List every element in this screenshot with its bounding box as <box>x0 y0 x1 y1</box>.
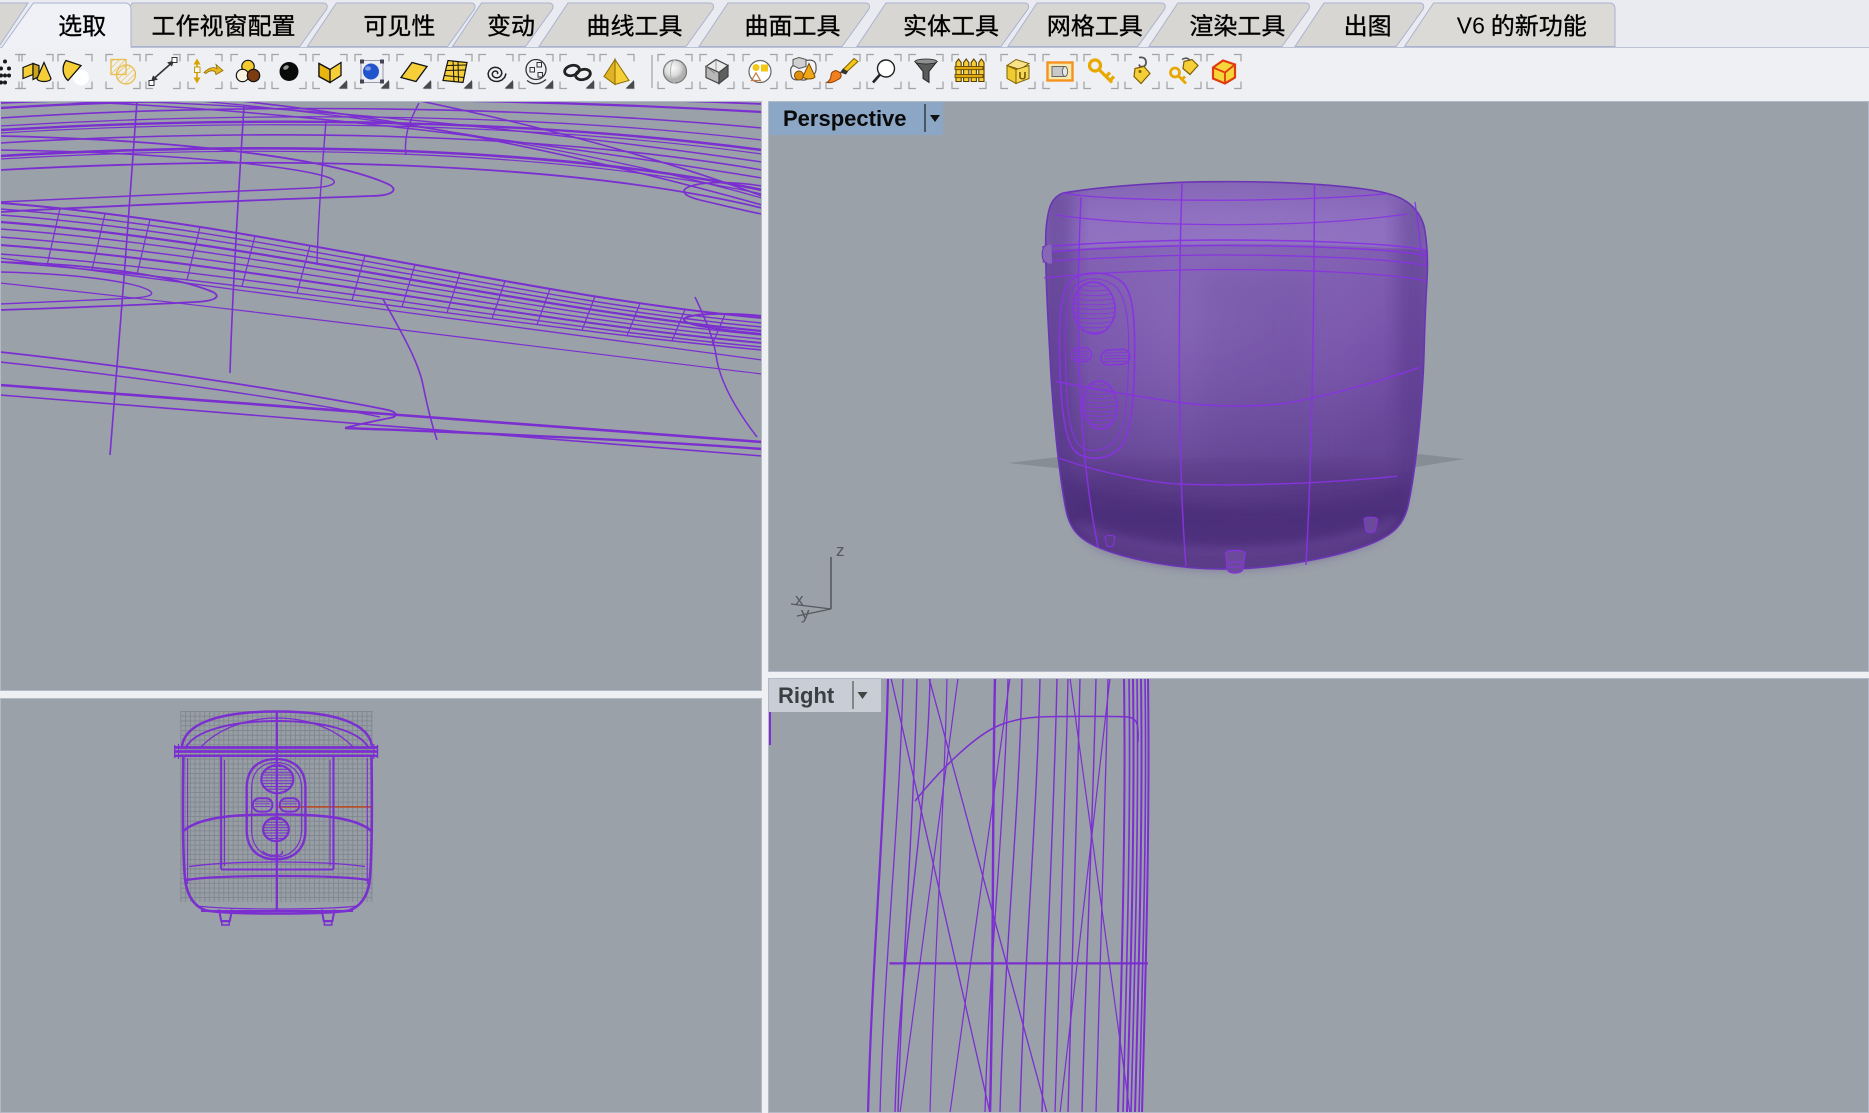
svg-text:Perspective: Perspective <box>783 106 907 131</box>
svg-text:z: z <box>836 541 845 560</box>
svg-text:Right: Right <box>778 683 835 708</box>
svg-text:U: U <box>1019 71 1027 83</box>
svg-text:y: y <box>801 604 810 623</box>
svg-text:V6: V6 <box>1457 13 1485 39</box>
